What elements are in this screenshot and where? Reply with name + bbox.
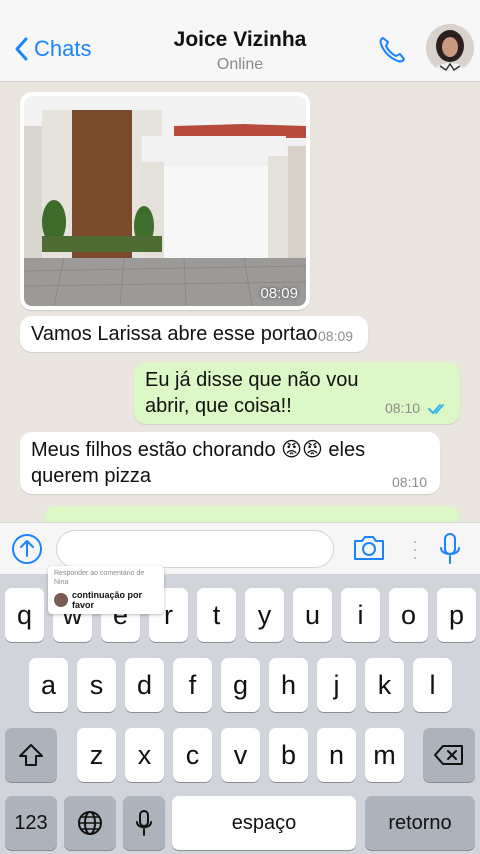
reply-text: continuação por favor — [72, 590, 143, 610]
outgoing-message[interactable]: Eu já disse que não vou abrir, que coisa… — [134, 362, 460, 424]
camera-icon — [354, 536, 384, 560]
key-i[interactable]: i — [341, 588, 380, 642]
key-y[interactable]: y — [245, 588, 284, 642]
dictation-mic-icon — [136, 810, 152, 836]
key-f[interactable]: f — [173, 658, 212, 712]
key-t[interactable]: t — [197, 588, 236, 642]
message-text: Meus filhos estão chorando 😡😡 eles quere… — [31, 439, 366, 487]
avatar[interactable] — [426, 24, 474, 72]
key-x[interactable]: x — [125, 728, 164, 782]
key-b[interactable]: b — [269, 728, 308, 782]
attach-button[interactable] — [10, 532, 44, 566]
dictation-key[interactable] — [123, 796, 165, 850]
return-key[interactable]: retorno — [365, 796, 475, 850]
key-v[interactable]: v — [221, 728, 260, 782]
key-o[interactable]: o — [389, 588, 428, 642]
message-time: 08:09 — [260, 285, 298, 302]
read-receipt-icon — [428, 404, 444, 414]
chat-header: Chats Joice Vizinha Online — [0, 0, 480, 82]
message-text: Vamos Larissa abre esse portao — [31, 323, 318, 345]
back-label: Chats — [34, 36, 92, 61]
key-c[interactable]: c — [173, 728, 212, 782]
back-button[interactable]: Chats — [14, 36, 91, 62]
message-time: 08:10 — [385, 400, 421, 416]
key-g[interactable]: g — [221, 658, 260, 712]
reply-header: Responder ao comentário de Nina — [54, 570, 145, 586]
key-k[interactable]: k — [365, 658, 404, 712]
message-list[interactable]: 08:09 Vamos Larissa abre esse portao 08:… — [0, 82, 480, 522]
commenter-avatar — [54, 593, 68, 607]
key-z[interactable]: z — [77, 728, 116, 782]
incoming-message[interactable]: Vamos Larissa abre esse portao 08:09 — [20, 316, 368, 352]
divider-dots: · · · — [412, 531, 418, 567]
key-s[interactable]: s — [77, 658, 116, 712]
phone-icon — [379, 37, 405, 63]
microphone-icon — [440, 533, 460, 564]
photo-image — [24, 96, 306, 306]
avatar-image — [426, 24, 474, 72]
key-d[interactable]: d — [125, 658, 164, 712]
outgoing-message[interactable] — [44, 506, 460, 522]
photo-message[interactable]: 08:09 — [20, 92, 310, 310]
message-time: 08:10 — [392, 474, 428, 490]
key-j[interactable]: j — [317, 658, 356, 712]
message-text: Eu já disse que não vou abrir, que coisa… — [145, 369, 359, 417]
backspace-key[interactable] — [423, 728, 475, 782]
key-h[interactable]: h — [269, 658, 308, 712]
backspace-icon — [434, 745, 463, 765]
shift-icon — [19, 744, 43, 766]
key-n[interactable]: n — [317, 728, 356, 782]
camera-button[interactable] — [352, 533, 386, 568]
message-input[interactable] — [56, 530, 334, 568]
space-key[interactable]: espaço — [172, 796, 356, 850]
key-p[interactable]: p — [437, 588, 476, 642]
shift-key[interactable] — [5, 728, 57, 782]
key-l[interactable]: l — [413, 658, 452, 712]
reply-comment-card: Responder ao comentário de Nina continua… — [48, 566, 164, 614]
globe-icon — [78, 811, 102, 835]
chevron-left-icon — [15, 37, 28, 61]
key-u[interactable]: u — [293, 588, 332, 642]
key-m[interactable]: m — [365, 728, 404, 782]
plus-circle-icon — [12, 534, 42, 564]
key-q[interactable]: q — [5, 588, 44, 642]
numbers-key[interactable]: 123 — [5, 796, 57, 850]
incoming-message[interactable]: Meus filhos estão chorando 😡😡 eles quere… — [20, 432, 440, 494]
globe-key[interactable] — [64, 796, 116, 850]
call-button[interactable] — [376, 34, 408, 71]
house-photo[interactable]: 08:09 — [24, 96, 306, 306]
voice-record-button[interactable] — [438, 532, 462, 571]
key-a[interactable]: a — [29, 658, 68, 712]
keyboard: q w e r t y u i o p a s d f g h j k l z … — [0, 574, 480, 854]
message-time: 08:09 — [318, 328, 354, 344]
